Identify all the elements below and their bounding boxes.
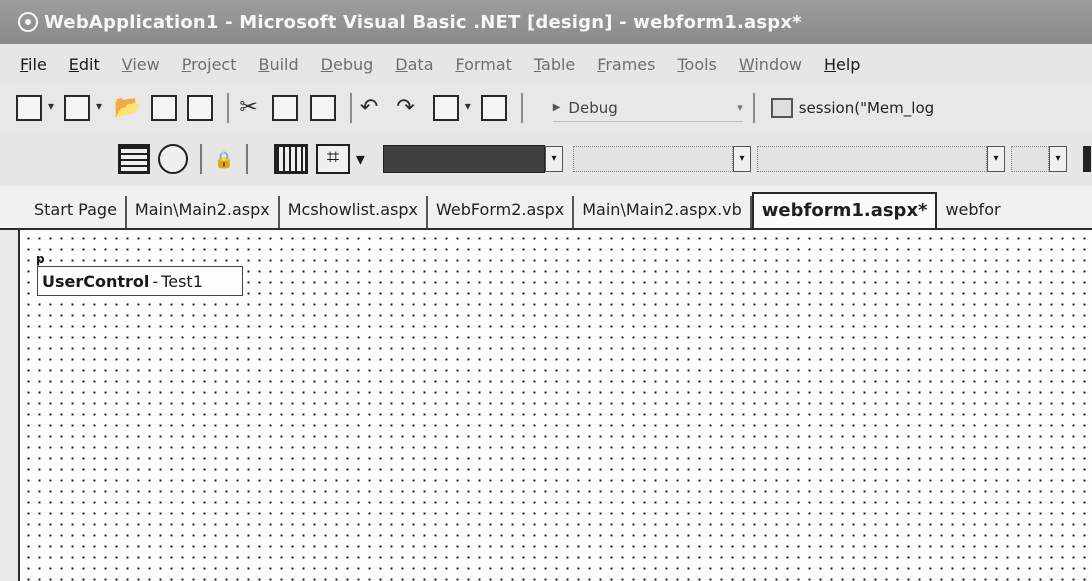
menu-window[interactable]: Window <box>739 55 802 74</box>
menu-bar: File Edit View Project Build Debug Data … <box>0 44 1092 84</box>
control-handle[interactable]: p <box>36 252 45 266</box>
tab-main2-aspx-vb[interactable]: Main\Main2.aspx.vb <box>574 196 752 228</box>
show-details-icon[interactable] <box>158 144 188 174</box>
chevron-down-icon[interactable]: ▾ <box>737 101 743 114</box>
user-control-type: UserControl <box>42 271 150 291</box>
find-text: session("Mem_log <box>798 99 935 117</box>
save-all-icon[interactable] <box>187 95 214 121</box>
tab-webform2-aspx[interactable]: WebForm2.aspx <box>428 196 575 228</box>
zoom-dropdown-button[interactable]: ▾ <box>1048 146 1067 172</box>
toolbar-separator <box>227 93 230 123</box>
font-name-select[interactable] <box>572 146 733 172</box>
toolbar-separator <box>520 93 523 123</box>
add-item-icon[interactable] <box>64 95 102 121</box>
menu-debug[interactable]: Debug <box>321 55 374 74</box>
zoom-select[interactable] <box>1010 146 1049 172</box>
user-control-separator: - <box>152 271 159 291</box>
font-size-select[interactable] <box>756 146 987 172</box>
navigate-forward-icon[interactable] <box>480 95 507 121</box>
solution-configuration-select[interactable]: ▶ Debug ▾ <box>552 95 743 122</box>
ide-window: WebApplication1 - Microsoft Visual Basic… <box>0 0 1092 581</box>
tab-webform1-aspx[interactable]: webform1.aspx* <box>751 192 938 228</box>
window-title: WebApplication1 - Microsoft Visual Basic… <box>44 11 802 33</box>
toolbar-separator <box>349 93 352 123</box>
play-icon: ▶ <box>552 102 561 113</box>
menu-table[interactable]: Table <box>534 55 575 74</box>
font-name-dropdown-button[interactable]: ▾ <box>732 146 751 172</box>
redo-icon[interactable]: ↷ <box>396 95 414 121</box>
menu-view[interactable]: View <box>122 55 160 74</box>
show-grid-icon[interactable] <box>118 144 150 174</box>
tab-start-page[interactable]: Start Page <box>0 196 127 228</box>
menu-frames[interactable]: Frames <box>597 55 655 74</box>
user-control-id: Test1 <box>161 271 203 291</box>
menu-build[interactable]: Build <box>258 55 298 74</box>
menu-tools[interactable]: Tools <box>677 55 716 74</box>
user-control-placeholder[interactable]: UserControl - Test1 <box>37 266 243 296</box>
menu-file[interactable]: File <box>20 55 47 74</box>
design-surface[interactable]: p UserControl - Test1 <box>18 230 1092 581</box>
menu-data[interactable]: Data <box>395 55 433 74</box>
navigate-backward-icon[interactable] <box>432 95 471 121</box>
block-format-dropdown-button[interactable]: ▾ <box>544 146 563 172</box>
menu-format[interactable]: Format <box>456 55 512 74</box>
tab-main2-aspx[interactable]: Main\Main2.aspx <box>127 196 280 228</box>
solution-configuration-value: Debug <box>568 98 618 117</box>
insert-table-icon[interactable] <box>273 144 308 174</box>
design-toolbar: 🔒 ⌗ ▾ ▾ ▾ ▾ ▾ <box>0 132 1092 186</box>
block-format-select[interactable] <box>382 145 545 173</box>
find-combo[interactable]: session("Mem_log <box>770 98 935 118</box>
app-icon <box>18 12 38 32</box>
toolbar-separator <box>245 144 248 174</box>
chevron-down-icon[interactable]: ▾ <box>356 149 365 170</box>
new-project-icon[interactable] <box>16 95 54 121</box>
paste-icon[interactable] <box>309 95 336 121</box>
cut-icon[interactable]: ✂ <box>239 95 257 121</box>
copy-icon[interactable] <box>271 95 298 121</box>
tab-webform-truncated[interactable]: webfor <box>937 196 1008 228</box>
document-tabs: Start Page Main\Main2.aspx Mcshowlist.as… <box>0 186 1092 230</box>
standard-toolbar: 📂 ✂ ↶ ↷ ▶ Debug ▾ session("Mem_log <box>0 84 1092 132</box>
snap-to-grid-icon[interactable]: ⌗ <box>315 144 350 174</box>
tab-mcshowlist-aspx[interactable]: Mcshowlist.aspx <box>280 196 429 228</box>
lock-icon[interactable]: 🔒 <box>214 150 234 169</box>
find-icon[interactable] <box>770 98 793 118</box>
menu-help[interactable]: Help <box>824 55 860 74</box>
toolbar-separator <box>200 144 202 174</box>
menu-project[interactable]: Project <box>182 55 237 74</box>
undo-icon[interactable]: ↶ <box>360 95 378 121</box>
font-size-dropdown-button[interactable]: ▾ <box>986 146 1005 172</box>
title-bar[interactable]: WebApplication1 - Microsoft Visual Basic… <box>0 0 1092 44</box>
save-icon[interactable] <box>151 95 178 121</box>
toolbar-separator <box>752 93 755 123</box>
bold-icon[interactable] <box>1082 146 1091 172</box>
open-file-icon[interactable]: 📂 <box>114 95 141 121</box>
menu-edit[interactable]: Edit <box>69 55 100 74</box>
